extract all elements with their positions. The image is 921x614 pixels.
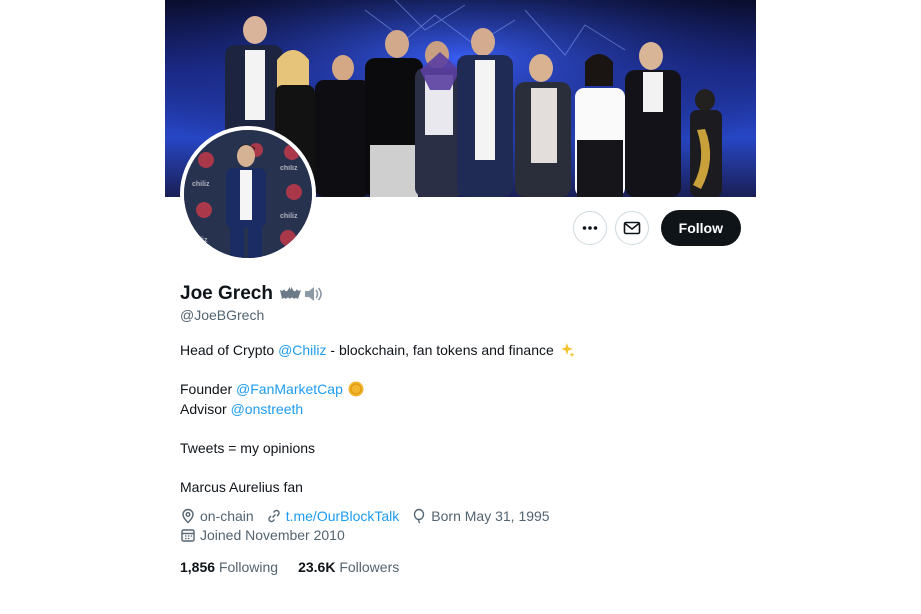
bio-line-advisor: Advisor @onstreeth — [180, 399, 576, 419]
svg-text:chiliz: chiliz — [280, 213, 298, 220]
message-button[interactable] — [614, 211, 649, 245]
location-text: on-chain — [200, 508, 254, 524]
display-name: Joe Grech — [180, 283, 273, 304]
followers-stat[interactable]: 23.6K Followers — [298, 559, 399, 575]
follow-button[interactable]: Follow — [660, 210, 741, 246]
following-stat[interactable]: 1,856 Following — [180, 559, 278, 575]
coin-icon — [348, 381, 364, 397]
svg-text:chiliz: chiliz — [280, 165, 298, 172]
following-count: 1,856 — [180, 559, 216, 575]
website-link[interactable]: t.me/OurBlockTalk — [286, 508, 400, 524]
profile-avatar[interactable]: chiliz chiliz chiliz chiliz — [180, 126, 316, 262]
envelope-icon — [623, 221, 640, 235]
birthday-text: Born May 31, 1995 — [431, 508, 550, 524]
meta-location: on-chain — [180, 508, 254, 524]
following-label: Following — [218, 559, 279, 575]
bio-line-opinions: Tweets = my opinions — [180, 440, 316, 456]
svg-text:chiliz: chiliz — [192, 181, 210, 188]
bio-line-founder: Founder @FanMarketCap — [180, 379, 576, 399]
meta-website: t.me/OurBlockTalk — [266, 508, 400, 524]
display-name-row: Joe Grech — [180, 283, 323, 305]
followers-count: 23.6K — [298, 559, 336, 575]
bio-line-role: Head of Crypto @Chiliz - blockchain, fan… — [180, 340, 576, 360]
mention-link-fanmarketcap[interactable]: @FanMarketCap — [236, 379, 343, 399]
profile-card: chiliz chiliz chiliz chiliz Follow Joe Gre… — [165, 0, 756, 614]
profile-meta-row: on-chain t.me/OurBlockTalk Born May 31, … — [180, 508, 562, 524]
profile-bio: Head of Crypto @Chiliz - blockchain, fan… — [180, 340, 576, 497]
meta-joined: Joined November 2010 — [180, 527, 345, 543]
sparkles-icon — [560, 343, 575, 358]
link-icon — [268, 509, 280, 523]
bio-line-marcus: Marcus Aurelius fan — [180, 479, 303, 495]
more-button[interactable] — [572, 211, 607, 245]
followers-label: Followers — [339, 559, 400, 575]
speaker-icon — [304, 287, 322, 301]
more-icon — [582, 226, 597, 230]
bio-text: Advisor — [180, 401, 231, 417]
bio-text: Head of Crypto — [180, 342, 279, 358]
mention-link-onstreeth[interactable]: @onstreeth — [231, 399, 304, 419]
location-pin-icon — [182, 508, 194, 524]
calendar-icon — [181, 529, 195, 542]
bio-text: - blockchain, fan tokens and finance — [326, 342, 554, 358]
avatar-photo: chiliz chiliz chiliz chiliz — [184, 130, 312, 258]
balloon-icon — [414, 508, 425, 524]
profile-meta-row-joined: Joined November 2010 — [180, 527, 357, 543]
svg-text:chiliz: chiliz — [190, 237, 208, 244]
bat-icon — [279, 287, 301, 299]
bio-text: Founder — [180, 381, 237, 397]
meta-birthday: Born May 31, 1995 — [411, 508, 550, 524]
mention-link-chiliz[interactable]: @Chiliz — [278, 340, 326, 360]
profile-stats: 1,856 Following 23.6K Followers — [180, 559, 419, 575]
profile-actions: Follow — [572, 210, 741, 246]
name-emojis — [279, 285, 323, 303]
profile-handle: @JoeBGrech — [180, 307, 265, 323]
joined-text: Joined November 2010 — [200, 527, 345, 543]
